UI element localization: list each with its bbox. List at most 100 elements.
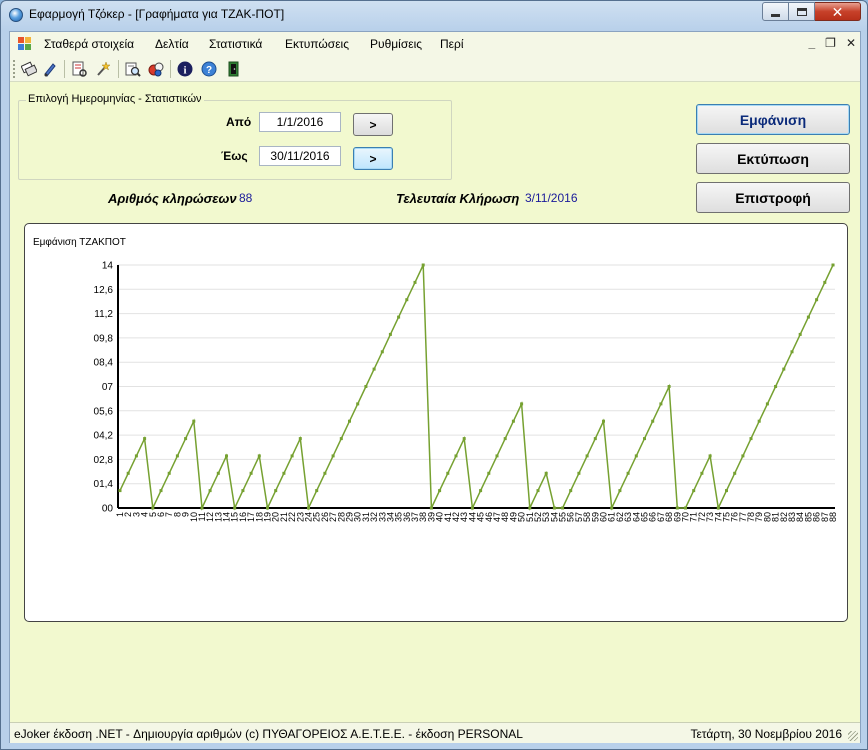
data-point — [520, 402, 524, 406]
y-tick-label: 07 — [102, 382, 114, 393]
data-point — [421, 263, 425, 267]
mdi-close-icon[interactable]: ✕ — [846, 36, 856, 50]
balls-icon[interactable] — [147, 60, 165, 78]
data-point — [356, 402, 360, 406]
data-point — [528, 506, 532, 510]
svg-text:i: i — [183, 65, 186, 77]
mdi-buttons: _ ❐ ✕ — [808, 36, 856, 50]
data-point — [323, 471, 327, 475]
data-point — [118, 489, 122, 493]
data-point — [479, 489, 483, 493]
show-button[interactable]: Εμφάνιση — [696, 104, 850, 135]
last-draw-value: 3/11/2016 — [525, 191, 578, 205]
status-app-info: eJoker έκδοση .NET - Δημιουργία αριθμών … — [14, 727, 523, 741]
info-icon[interactable]: i — [176, 60, 194, 78]
window-title: Εφαρμογή Τζόκερ - [Γραφήματα για ΤΖΑΚ-ΠΟ… — [29, 7, 285, 21]
data-point — [143, 437, 147, 441]
app-icon[interactable] — [9, 8, 23, 22]
data-point — [372, 367, 376, 371]
data-point — [511, 419, 515, 423]
data-point — [741, 454, 745, 458]
data-point — [700, 471, 704, 475]
toolbar: i ? — [10, 56, 860, 82]
data-point — [274, 489, 278, 493]
toolbar-grip[interactable] — [13, 60, 16, 78]
jackpot-line-chart: 0001,402,804,205,60708,409,811,212,61412… — [94, 261, 838, 523]
maximize-button[interactable] — [789, 2, 815, 21]
data-point — [503, 437, 507, 441]
data-point — [208, 489, 212, 493]
y-tick-label: 08,4 — [94, 358, 114, 369]
data-point — [610, 506, 614, 510]
data-point — [626, 471, 630, 475]
minimize-icon — [771, 13, 780, 17]
menu-statistics[interactable]: Στατιστικά — [209, 37, 262, 51]
from-date-field[interactable]: 1/1/2016 — [259, 112, 341, 132]
wand-icon[interactable] — [94, 60, 112, 78]
back-button[interactable]: Επιστροφή — [696, 182, 850, 213]
data-point — [126, 471, 130, 475]
data-point — [405, 298, 409, 302]
data-point — [241, 489, 245, 493]
data-point — [708, 454, 712, 458]
menu-tickets[interactable]: Δελτία — [155, 37, 189, 51]
data-point — [233, 506, 237, 510]
data-point — [806, 315, 810, 319]
data-point — [438, 489, 442, 493]
mdi-child-icon[interactable] — [18, 37, 32, 51]
mdi-restore-icon[interactable]: ❐ — [825, 36, 836, 50]
y-tick-label: 14 — [102, 261, 114, 272]
data-point — [757, 419, 761, 423]
data-point — [684, 506, 687, 510]
tickets-icon[interactable] — [20, 60, 38, 78]
y-tick-label: 09,8 — [94, 333, 114, 344]
x-tick-label: 88 — [828, 512, 838, 522]
data-point — [725, 489, 728, 493]
y-tick-label: 11,2 — [94, 309, 113, 320]
menu-settings[interactable]: Ρυθμίσεις — [370, 37, 422, 51]
data-point — [454, 454, 458, 458]
menu-about[interactable]: Περί — [440, 37, 464, 51]
data-point — [733, 471, 737, 475]
pen-icon[interactable] — [41, 60, 59, 78]
print-button[interactable]: Εκτύπωση — [696, 143, 850, 174]
minimize-button[interactable] — [762, 2, 789, 21]
y-tick-label: 12,6 — [94, 285, 114, 296]
search-report-icon[interactable] — [124, 60, 142, 78]
data-point — [634, 454, 638, 458]
data-point — [388, 332, 392, 336]
data-point — [716, 506, 720, 510]
data-point — [429, 506, 433, 510]
data-point — [675, 506, 679, 510]
app-window: Εφαρμογή Τζόκερ - [Γραφήματα για ΤΖΑΚ-ΠΟ… — [0, 0, 868, 750]
date-selection-group: Επιλογή Ημερομηνίας - Στατιστικών Από 1/… — [18, 93, 452, 180]
toolbar-separator — [64, 60, 65, 78]
data-point — [216, 471, 220, 475]
close-button[interactable]: ✕ — [815, 2, 861, 21]
data-point — [413, 280, 417, 284]
menu-fixed-data[interactable]: Σταθερά στοιχεία — [44, 37, 134, 51]
maximize-icon — [796, 7, 807, 16]
from-date-button[interactable]: > — [353, 113, 393, 136]
y-tick-label: 05,6 — [94, 406, 114, 417]
help-icon[interactable]: ? — [200, 60, 218, 78]
last-draw-label: Τελευταία Κλήρωση — [396, 191, 520, 206]
to-date-field[interactable]: 30/11/2016 — [259, 146, 341, 166]
data-point — [249, 471, 253, 475]
y-tick-label: 01,4 — [94, 479, 114, 490]
menu-prints[interactable]: Εκτυπώσεις — [285, 37, 349, 51]
chart-panel: Εμφάνιση ΤΖΑΚΠΟΤ 00 01,4 02,8 04,2 05,6 07 08,… — [24, 223, 848, 622]
data-point — [651, 419, 655, 423]
title-bar[interactable]: Εφαρμογή Τζόκερ - [Γραφήματα για ΤΖΑΚ-ΠΟ… — [1, 1, 867, 29]
mdi-minimize-icon[interactable]: _ — [808, 36, 815, 50]
menu-bar: Σταθερά στοιχεία Δελτία Στατιστικά Εκτυπ… — [10, 32, 860, 56]
report-icon[interactable] — [70, 60, 88, 78]
data-point — [831, 263, 835, 267]
data-point — [175, 454, 179, 458]
data-point — [782, 367, 786, 371]
status-date: Τετάρτη, 30 Νοεμβρίου 2016 — [690, 727, 842, 741]
data-point — [134, 454, 138, 458]
exit-icon[interactable] — [224, 60, 242, 78]
resize-grip[interactable] — [848, 731, 858, 741]
to-date-button[interactable]: > — [353, 147, 393, 170]
